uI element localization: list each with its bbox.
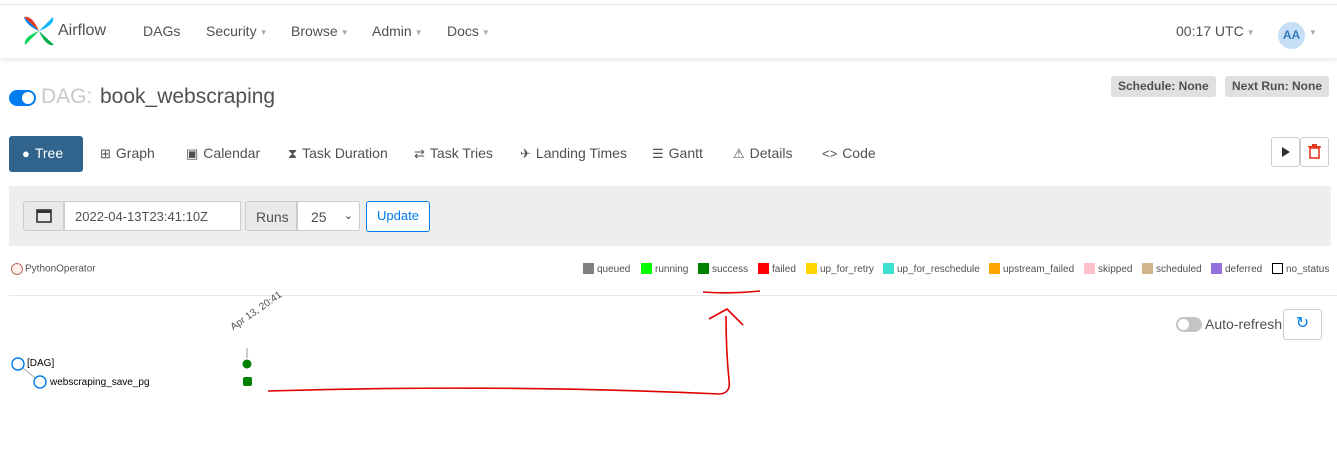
runs-select-value: 25 <box>311 209 327 225</box>
legend-success: success <box>698 263 748 275</box>
legend-divider <box>9 295 1337 296</box>
hourglass-icon: ⧗ <box>288 146 298 161</box>
task-label: webscraping_save_pg <box>50 377 150 388</box>
legend-up-for-retry: up_for_retry <box>806 263 874 275</box>
legend-up-for-reschedule: up_for_reschedule <box>883 263 980 275</box>
refresh-icon: ↻ <box>1295 315 1310 332</box>
brand-name[interactable]: Airflow <box>58 22 106 40</box>
legend-failed: failed <box>758 263 796 275</box>
tab-gantt[interactable]: ☰ Gantt <box>652 136 703 172</box>
code-icon: <> <box>822 146 838 161</box>
chevron-down-icon[interactable]: ▼ <box>1309 28 1317 37</box>
calendar-icon: ▣ <box>186 146 199 161</box>
tab-landing-times[interactable]: ✈ Landing Times <box>520 136 627 172</box>
warning-icon: ⚠ <box>733 146 745 161</box>
dag-root-label: [DAG] <box>27 358 55 369</box>
chevron-down-icon: ▼ <box>1246 27 1255 37</box>
trigger-dag-button[interactable] <box>1271 137 1300 167</box>
chevron-down-icon: ▼ <box>340 27 349 37</box>
top-navbar: Airflow DAGs Security ▼ Browse ▼ Admin ▼ Do… <box>0 4 1337 58</box>
refresh-button[interactable]: ↻ <box>1283 309 1322 340</box>
airflow-logo-icon[interactable] <box>22 13 56 49</box>
utc-clock[interactable]: 00:17 UTC ▼ <box>1176 23 1255 39</box>
tab-task-duration[interactable]: ⧗ Task Duration <box>288 136 388 172</box>
dag-pause-toggle[interactable] <box>9 90 36 106</box>
landing-icon: ✈ <box>520 146 531 161</box>
chevron-down-icon: ▼ <box>481 27 490 37</box>
base-date-input[interactable]: 2022-04-13T23:41:10Z <box>64 201 241 231</box>
operator-legend: PythonOperator <box>11 263 96 275</box>
dag-run-status-circle[interactable] <box>242 359 252 369</box>
legend-scheduled: scheduled <box>1142 263 1202 275</box>
trash-icon <box>1308 144 1321 159</box>
datetime-picker-button[interactable] <box>23 201 64 231</box>
delete-dag-button[interactable] <box>1300 137 1329 167</box>
nav-admin[interactable]: Admin ▼ <box>372 23 423 39</box>
nav-browse[interactable]: Browse ▼ <box>291 23 349 39</box>
calendar-icon <box>36 209 52 223</box>
auto-refresh-toggle[interactable] <box>1176 317 1202 332</box>
dag-title: book_webscraping <box>100 85 276 108</box>
play-icon <box>1282 147 1290 157</box>
legend-deferred: deferred <box>1211 263 1262 275</box>
tab-details[interactable]: ⚠ Details <box>733 136 792 172</box>
legend-no-status: no_status <box>1272 263 1329 275</box>
nav-docs[interactable]: Docs ▼ <box>447 23 490 39</box>
auto-refresh-label: Auto-refresh <box>1205 316 1283 332</box>
graph-icon: ⊞ <box>100 146 111 161</box>
gantt-icon: ☰ <box>652 146 664 161</box>
tree-icon: ● <box>22 146 30 161</box>
next-run-badge: Next Run: None <box>1225 76 1329 97</box>
tab-tree[interactable]: ● Tree <box>9 136 83 172</box>
python-operator-swatch <box>11 263 23 275</box>
chevron-down-icon: ▼ <box>259 27 268 37</box>
nav-dags[interactable]: DAGs <box>143 23 180 39</box>
runs-select[interactable]: 25 ⌄ <box>297 201 360 231</box>
chevron-down-icon: ▼ <box>414 27 423 37</box>
runs-label: Runs <box>245 201 297 231</box>
schedule-badge: Schedule: None <box>1111 76 1216 97</box>
chevron-down-icon: ⌄ <box>343 210 353 222</box>
task-instance-status-square[interactable] <box>243 377 252 386</box>
nav-security[interactable]: Security ▼ <box>206 23 268 39</box>
update-button[interactable]: Update <box>366 201 430 232</box>
retry-icon: ⇄ <box>414 146 425 161</box>
legend-upstream-failed: upstream_failed <box>989 263 1074 275</box>
tab-task-tries[interactable]: ⇄ Task Tries <box>414 136 493 172</box>
legend-skipped: skipped <box>1084 263 1132 275</box>
task-node[interactable] <box>33 375 47 389</box>
legend-queued: queued <box>583 263 630 275</box>
legend-running: running <box>641 263 688 275</box>
tab-graph[interactable]: ⊞ Graph <box>100 136 155 172</box>
tab-code[interactable]: <> Code <box>822 136 876 172</box>
tab-calendar[interactable]: ▣ Calendar <box>186 136 260 172</box>
dag-root-node[interactable] <box>11 357 25 371</box>
dag-prefix: DAG: <box>41 85 93 108</box>
user-avatar[interactable]: AA <box>1278 22 1305 49</box>
